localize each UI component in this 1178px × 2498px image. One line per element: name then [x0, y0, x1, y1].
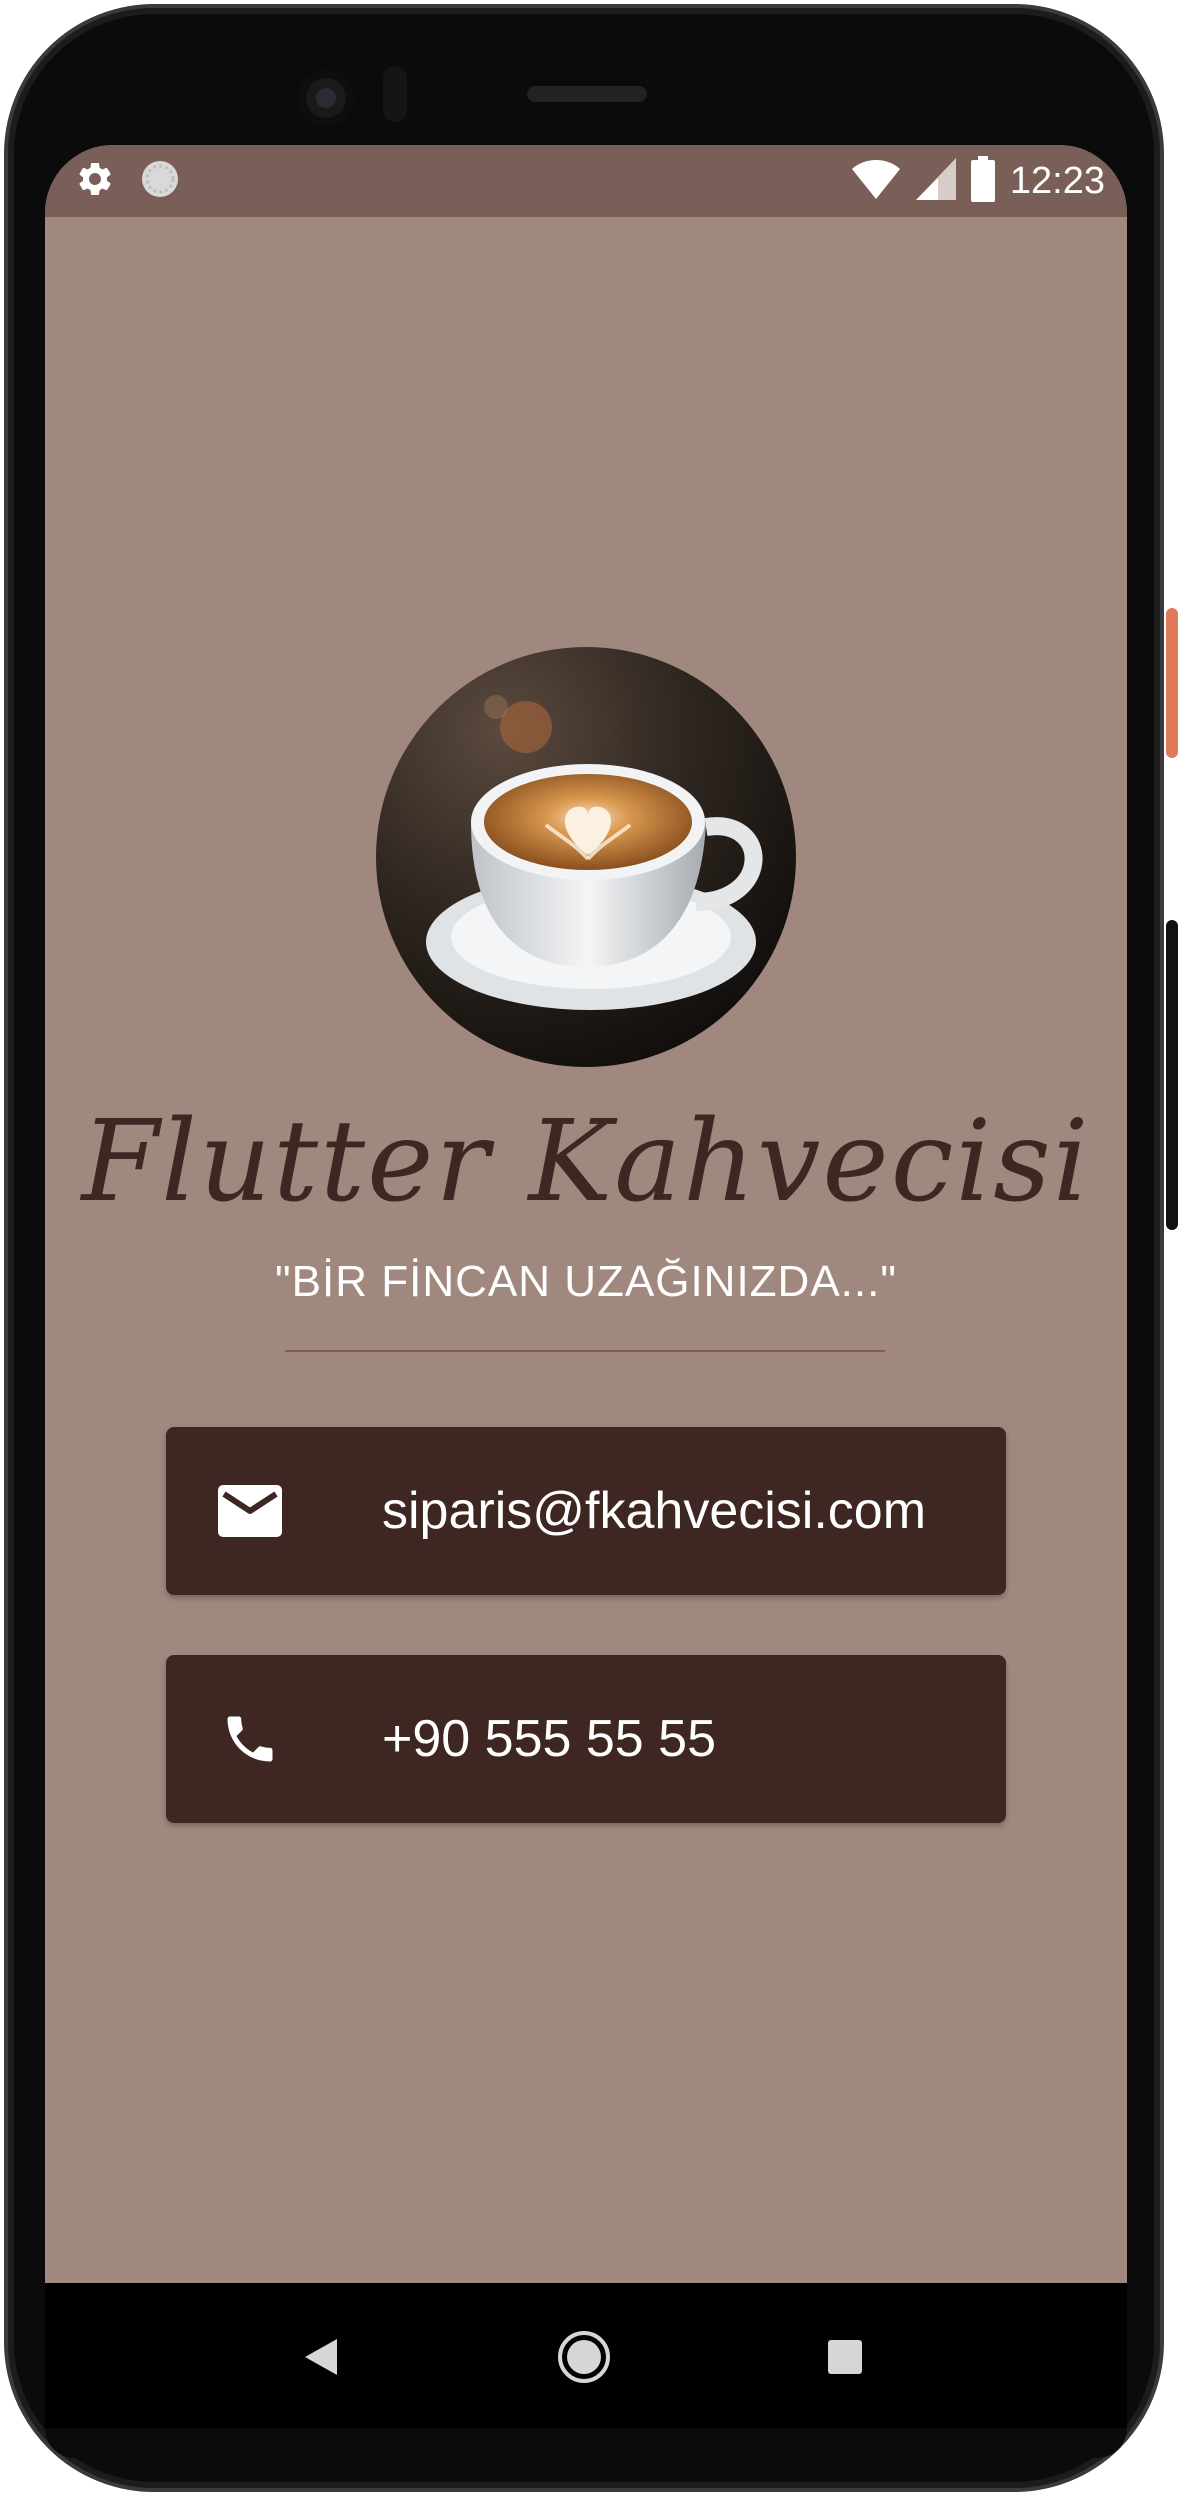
gear-icon: [75, 159, 115, 203]
email-text: siparis@fkahvecisi.com: [382, 1482, 927, 1540]
status-right-icons: 12:23: [850, 156, 1105, 206]
home-icon[interactable]: [556, 2329, 612, 2385]
wifi-icon: [850, 157, 902, 205]
sync-circle-icon: [139, 158, 181, 204]
status-left-icons: [75, 159, 181, 203]
divider: [285, 1350, 885, 1352]
status-bar: 12:23: [45, 145, 1127, 217]
email-contact-card[interactable]: siparis@fkahvecisi.com: [166, 1427, 1006, 1595]
recents-icon[interactable]: [817, 2329, 873, 2385]
phone-chin: [45, 2428, 1127, 2458]
earpiece-speaker: [527, 86, 647, 102]
proximity-sensor: [383, 66, 407, 122]
front-camera: [298, 70, 354, 126]
app-title: Flutter Kahvecisi: [81, 1097, 1091, 1227]
phone-text: +90 555 55 55: [382, 1710, 716, 1768]
phone-contact-card[interactable]: +90 555 55 55: [166, 1655, 1006, 1823]
power-button: [1166, 608, 1178, 758]
cellular-signal-icon: [915, 158, 956, 204]
app-tagline: "BİR FİNCAN UZAĞINIZDA...": [275, 1257, 897, 1306]
battery-icon: [970, 156, 996, 206]
screen: 12:23 Flutter Kahvecisi "BİR FİNCAN UZAĞ…: [45, 145, 1127, 2430]
mail-icon: [218, 1479, 282, 1543]
app-content: Flutter Kahvecisi "BİR FİNCAN UZAĞINIZDA…: [45, 217, 1127, 2430]
phone-icon: [218, 1707, 282, 1771]
status-time: 12:23: [1009, 159, 1105, 202]
coffee-avatar-image: [376, 647, 796, 1067]
navigation-bar: [45, 2283, 1127, 2428]
volume-button: [1166, 920, 1178, 1230]
back-icon[interactable]: [293, 2329, 349, 2385]
